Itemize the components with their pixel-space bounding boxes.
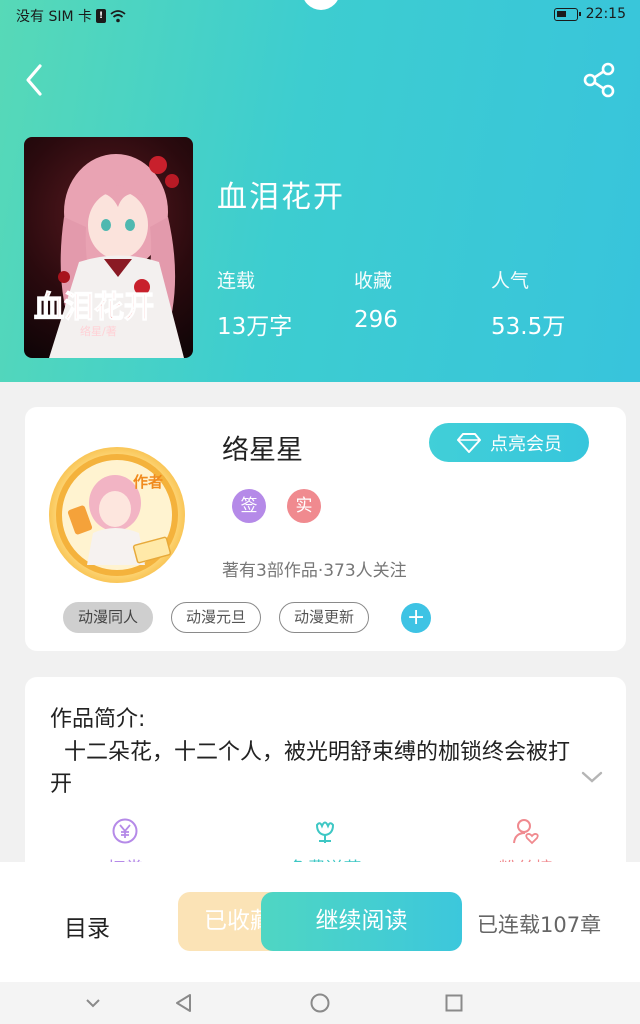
vip-button-label: 点亮会员 [490, 433, 562, 455]
author-meta: 著有3部作品·373人关注 [222, 561, 407, 581]
stat-favorites: 收藏 296 [354, 266, 491, 341]
add-tag-button[interactable]: + [401, 602, 432, 633]
book-header: 没有 SIM 卡 ! 22:15 血泪花开 络星/著 血泪花开 连载 13万字 … [0, 0, 640, 382]
flower-icon [316, 821, 335, 843]
stat-label: 收藏 [354, 270, 393, 292]
share-button[interactable] [580, 60, 620, 100]
author-name[interactable]: 络星星 [222, 428, 303, 467]
cover-illustration: 血泪花开 络星/著 [33, 154, 184, 358]
status-right: 22:15 [553, 6, 626, 22]
cover-title: 血泪花开 [34, 290, 154, 325]
book-title: 血泪花开 [217, 180, 345, 215]
nav-home-button[interactable] [309, 992, 331, 1014]
chevron-down-icon [86, 999, 100, 1008]
nav-hide-button[interactable] [82, 992, 104, 1014]
avatar-illustration: 作者 [56, 454, 178, 576]
yen-coin-icon [112, 818, 138, 844]
back-triangle-icon [176, 994, 191, 1012]
status-bar: 没有 SIM 卡 ! 22:15 [0, 0, 640, 32]
system-navbar [0, 982, 640, 1024]
tag-item[interactable]: 动漫同人 [63, 602, 154, 633]
recents-square-icon [445, 994, 463, 1012]
avatar-badge: 作者 [133, 473, 163, 491]
wifi-icon [110, 10, 126, 23]
stat-value: 13万字 [217, 314, 293, 340]
nav-back-button[interactable] [173, 992, 195, 1014]
author-avatar[interactable]: 作者 [49, 447, 185, 583]
home-circle-icon [310, 993, 330, 1013]
chevron-left-icon [26, 64, 42, 96]
intro-card: 作品简介: 十二朵花，十二个人，被光明舒束缚的枷锁终会被打开 打赏 免费送花 [25, 677, 626, 877]
status-left: 没有 SIM 卡 ! [16, 6, 126, 26]
stat-value: 53.5万 [491, 314, 566, 340]
back-button[interactable] [20, 60, 52, 100]
battery-icon [553, 7, 581, 21]
tag-list: 动漫同人 动漫元旦 动漫更新 + [63, 602, 432, 633]
nav-recents-button[interactable] [443, 992, 465, 1014]
tag-item[interactable]: 动漫更新 [279, 602, 370, 633]
stat-label: 人气 [491, 270, 530, 292]
share-icon [583, 62, 615, 98]
sim-alert-icon: ! [96, 9, 106, 23]
stat-value: 296 [354, 307, 398, 333]
book-cover[interactable]: 血泪花开 络星/著 [24, 137, 193, 358]
author-card: 作者 络星星 点亮会员 签 实 著有3部作品·373人关注 动漫同人 动漫元旦 … [25, 407, 626, 651]
stat-popularity: 人气 53.5万 [491, 266, 628, 341]
vip-button[interactable]: 点亮会员 [429, 423, 589, 462]
table-of-contents-button[interactable]: 目录 [64, 909, 110, 943]
chevron-down-icon [581, 771, 603, 783]
book-stats: 连载 13万字 收藏 296 人气 53.5万 [217, 266, 628, 341]
continue-reading-button[interactable]: 继续阅读 [261, 892, 462, 951]
expand-button[interactable] [580, 769, 604, 785]
intro-text: 十二朵花，十二个人，被光明舒束缚的枷锁终会被打开 [50, 740, 571, 797]
intro-heading: 作品简介: [50, 707, 146, 732]
stat-serial: 连载 13万字 [217, 266, 354, 341]
tag-item[interactable]: 动漫元旦 [171, 602, 262, 633]
diamond-icon [457, 432, 481, 453]
clock: 22:15 [585, 6, 626, 22]
camera-notch [302, 0, 340, 10]
stat-label: 连载 [217, 270, 256, 292]
carrier-text: 没有 SIM 卡 [16, 9, 92, 25]
bottom-action-bar: 目录 已收藏 继续阅读 已连载107章 [0, 862, 640, 982]
cover-author: 络星/著 [80, 324, 117, 338]
signed-badge: 签 [232, 489, 266, 523]
verified-badge: 实 [287, 489, 321, 523]
chapter-count: 已连载107章 [477, 913, 602, 937]
user-heart-icon [512, 819, 539, 845]
